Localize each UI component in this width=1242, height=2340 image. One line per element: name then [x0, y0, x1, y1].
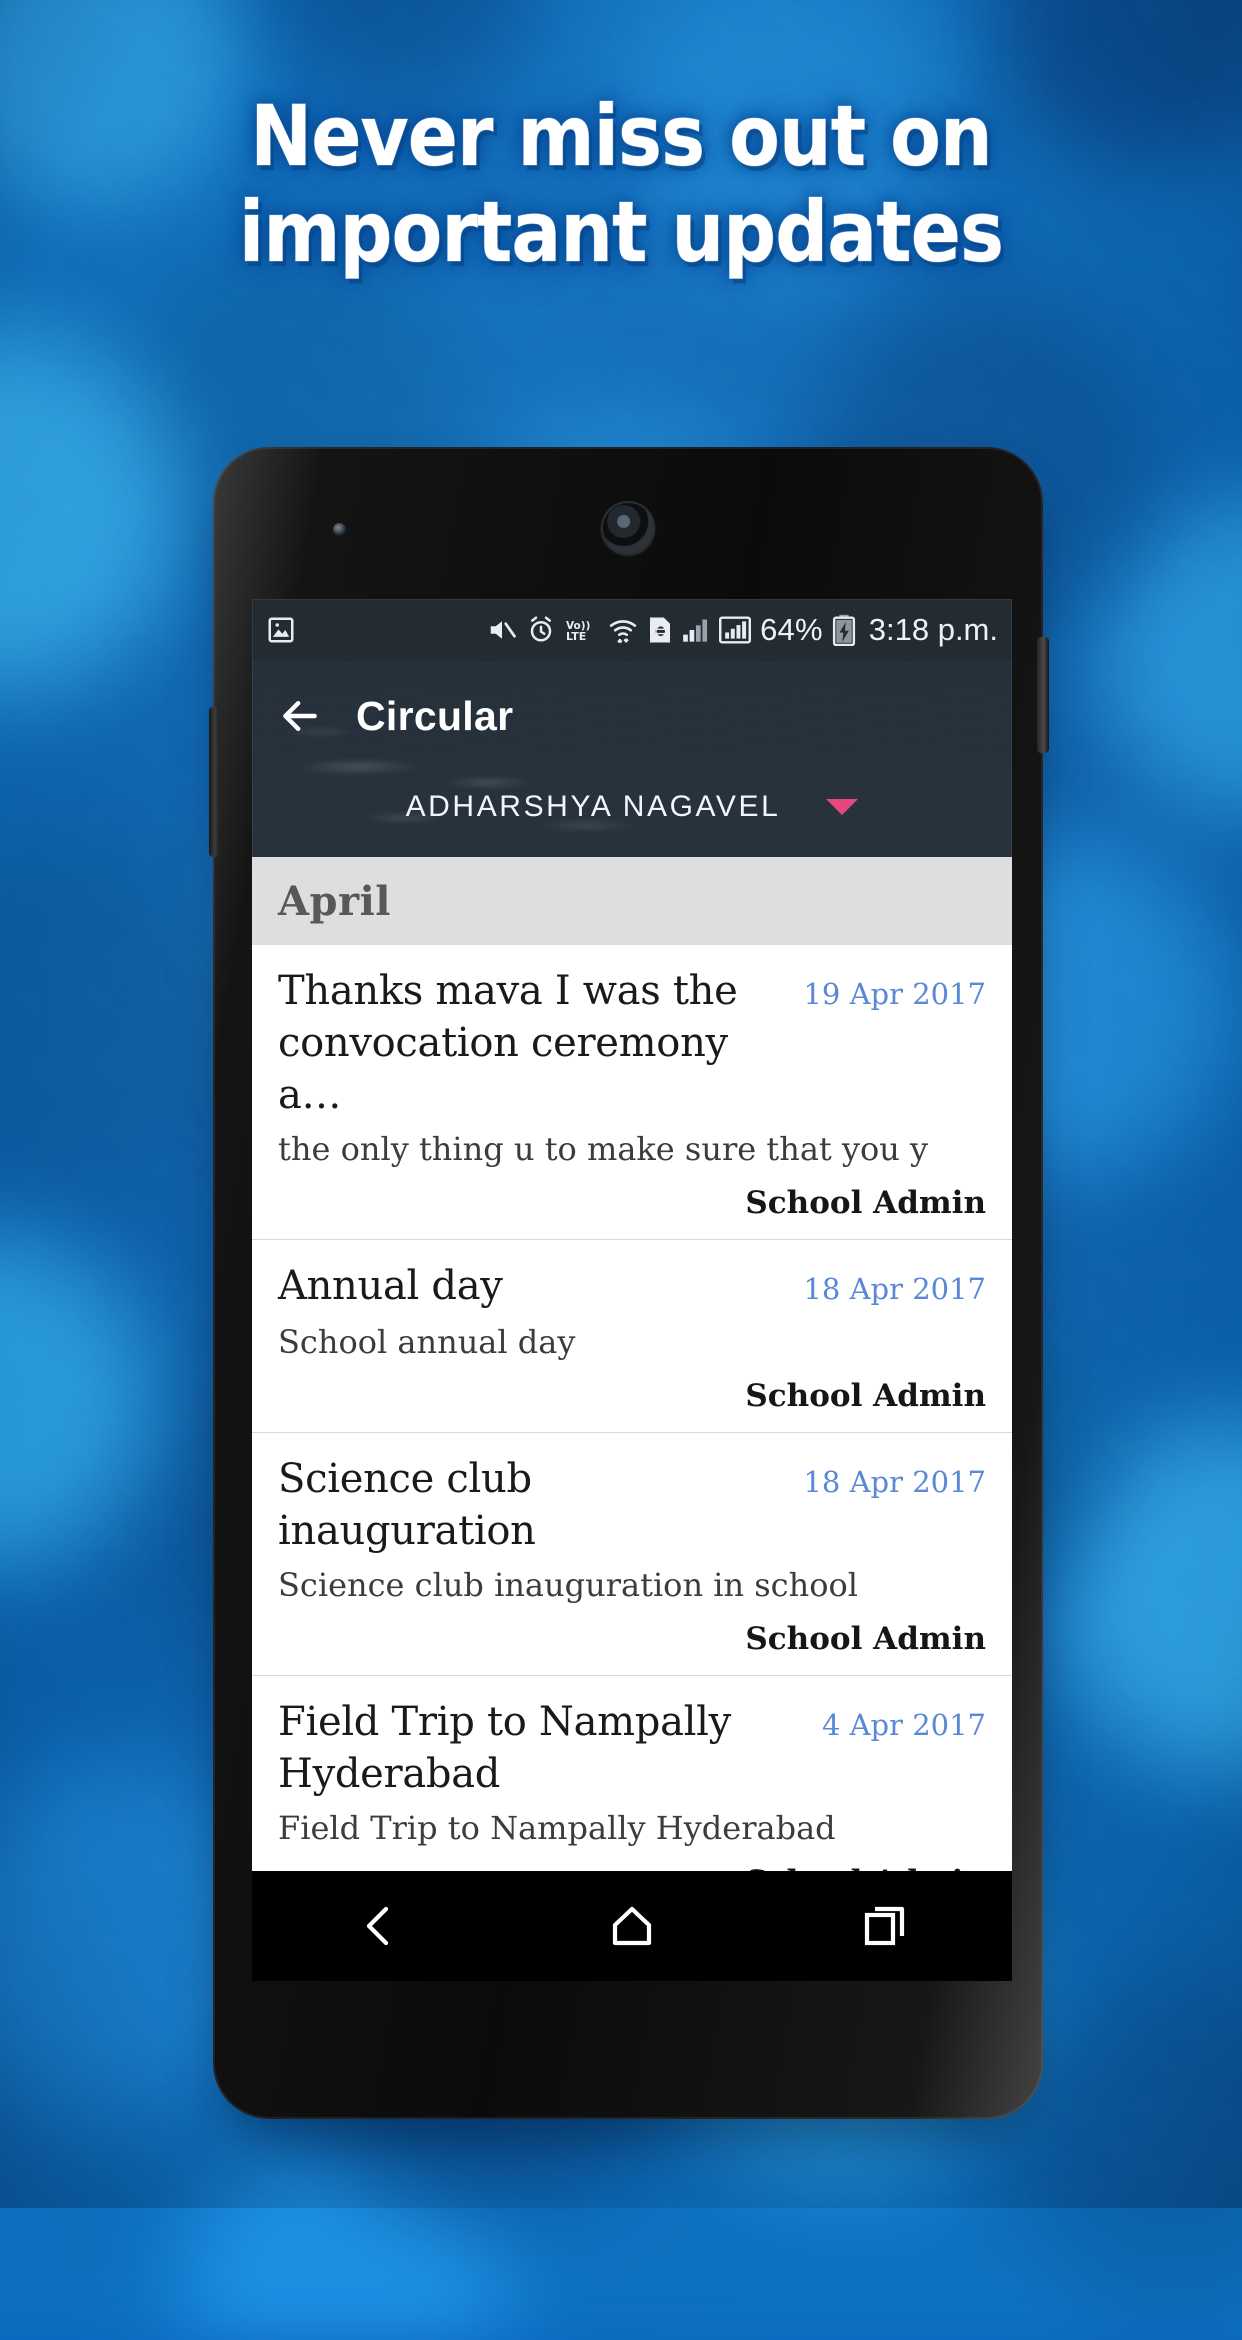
- list-item-head: Science club inauguration 18 Apr 2017: [278, 1453, 986, 1557]
- circular-author: School Admin: [745, 1621, 986, 1657]
- circular-title: Thanks mava I was the convocation ceremo…: [278, 968, 738, 1118]
- student-selector[interactable]: ADHARSHYA NAGAVEL: [252, 771, 1012, 857]
- student-name-label: ADHARSHYA NAGAVEL: [405, 790, 781, 823]
- month-label: April: [278, 877, 391, 925]
- front-camera-icon: [333, 523, 346, 536]
- signal-icon: [683, 619, 708, 642]
- month-section-header: April: [252, 857, 1012, 945]
- circular-description: School annual day: [278, 1323, 576, 1361]
- image-icon: [268, 617, 294, 643]
- list-item-head: Annual day 18 Apr 2017: [278, 1260, 986, 1314]
- circular-author: School Admin: [278, 1864, 986, 1871]
- app-bar-main-row: Circular: [252, 661, 1012, 771]
- list-item[interactable]: Field Trip to Nampally Hyderabad 4 Apr 2…: [252, 1676, 1012, 1871]
- wifi-icon: [609, 620, 637, 644]
- battery-percent-label: 64%: [760, 612, 823, 647]
- svg-text:LTE: LTE: [566, 630, 586, 643]
- status-bar-left: [266, 615, 296, 645]
- alarm-icon: [530, 616, 552, 642]
- signal-boxed-icon: [719, 616, 752, 644]
- circular-description: Science club inauguration in school: [278, 1566, 858, 1604]
- phone-screen: Vo)) LTE 64% 3:18 p.m. Circular ADHARSHY…: [252, 599, 1012, 1871]
- promo-headline: Never miss out on important updates: [0, 87, 1242, 281]
- back-nav-icon[interactable]: [355, 1902, 403, 1950]
- mute-icon: [490, 621, 516, 639]
- circular-description: Field Trip to Nampally Hyderabad: [278, 1809, 836, 1847]
- power-button[interactable]: [1037, 637, 1049, 753]
- sim-icon: [650, 617, 671, 643]
- list-item[interactable]: Thanks mava I was the convocation ceremo…: [252, 945, 1012, 1240]
- status-bar-right: Vo)) LTE 64% 3:18 p.m.: [487, 612, 998, 648]
- circular-author: School Admin: [745, 1378, 986, 1414]
- circular-list[interactable]: Thanks mava I was the convocation ceremo…: [252, 945, 1012, 1871]
- list-item[interactable]: Annual day 18 Apr 2017 School annual day…: [252, 1240, 1012, 1433]
- volume-button[interactable]: [209, 707, 219, 857]
- list-item-head: Thanks mava I was the convocation ceremo…: [278, 965, 986, 1121]
- circular-date: 18 Apr 2017: [803, 1465, 986, 1499]
- circular-title: Annual day: [278, 1263, 503, 1309]
- volte-icon: Vo)) LTE: [566, 620, 590, 643]
- earpiece-icon: [601, 501, 655, 555]
- battery-charging-icon: [832, 614, 855, 646]
- app-bar: Circular ADHARSHYA NAGAVEL: [252, 661, 1012, 857]
- page-title: Circular: [356, 692, 514, 739]
- circular-description: the only thing u to make sure that you y: [278, 1130, 929, 1168]
- circular-title: Field Trip to Nampally Hyderabad: [278, 1699, 731, 1797]
- back-arrow-icon[interactable]: [278, 694, 322, 738]
- circular-title: Science club inauguration: [278, 1456, 536, 1554]
- chevron-down-icon[interactable]: [826, 799, 859, 815]
- list-item-head: Field Trip to Nampally Hyderabad 4 Apr 2…: [278, 1696, 986, 1800]
- phone-mockup: Vo)) LTE 64% 3:18 p.m. Circular ADHARSHY…: [205, 447, 1050, 2147]
- status-bar: Vo)) LTE 64% 3:18 p.m.: [252, 599, 1012, 661]
- promo-headline-line-1: Never miss out on: [250, 87, 993, 185]
- circular-date: 4 Apr 2017: [821, 1708, 986, 1742]
- promo-headline-line-2: important updates: [238, 183, 1004, 281]
- clock-label: 3:18 p.m.: [868, 612, 998, 647]
- list-item[interactable]: Science club inauguration 18 Apr 2017 Sc…: [252, 1433, 1012, 1676]
- circular-author: School Admin: [745, 1185, 986, 1221]
- home-nav-icon[interactable]: [608, 1902, 656, 1950]
- circular-date: 19 Apr 2017: [803, 977, 986, 1011]
- system-navigation-bar: [252, 1871, 1012, 1981]
- recents-nav-icon[interactable]: [861, 1902, 909, 1950]
- circular-date: 18 Apr 2017: [803, 1272, 986, 1306]
